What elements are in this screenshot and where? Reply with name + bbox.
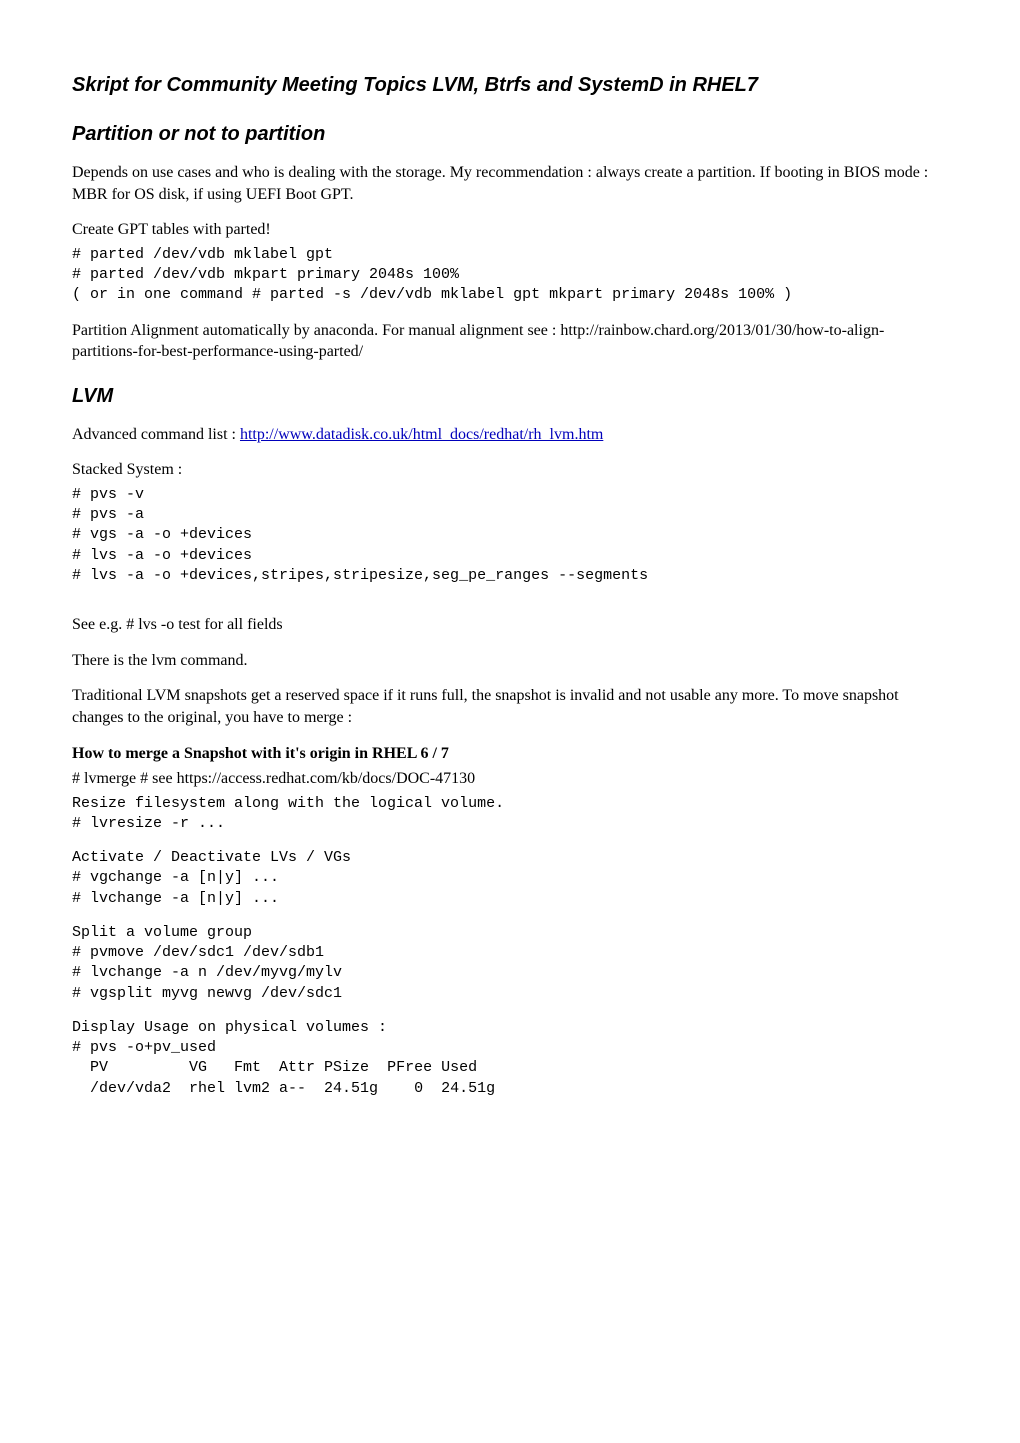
paragraph: See e.g. # lvs -o test for all fields [72,614,948,636]
paragraph: Stacked System : [72,459,948,481]
code-line: # parted /dev/vdb mkpart primary 2048s 1… [72,266,459,283]
external-link[interactable]: http://www.datadisk.co.uk/html_docs/redh… [240,426,603,443]
code-line: Display Usage on physical volumes : [72,1019,387,1036]
code-line: # lvs -a -o +devices [72,547,252,564]
code-block: Display Usage on physical volumes : # pv… [72,1018,948,1099]
paragraph: There is the lvm command. [72,650,948,672]
code-block: # pvs -v # pvs -a # vgs -a -o +devices #… [72,485,948,586]
code-block: Resize filesystem along with the logical… [72,794,948,835]
code-line: # vgchange -a [n|y] ... [72,869,279,886]
code-line: # pvmove /dev/sdc1 /dev/sdb1 [72,944,324,961]
paragraph: Create GPT tables with parted! [72,219,948,241]
code-line: PV VG Fmt Attr PSize PFree Used [72,1059,477,1076]
code-line: # vgsplit myvg newvg /dev/sdc1 [72,985,342,1002]
code-line: ( or in one command # parted -s /dev/vdb… [72,286,792,303]
code-line: # lvchange -a n /dev/myvg/mylv [72,964,342,981]
code-line: Split a volume group [72,924,252,941]
page-title: Skript for Community Meeting Topics LVM,… [72,72,948,99]
code-line: Resize filesystem along with the logical… [72,795,504,812]
code-block: # parted /dev/vdb mklabel gpt # parted /… [72,245,948,306]
code-line: # vgs -a -o +devices [72,526,252,543]
code-block: Split a volume group # pvmove /dev/sdc1 … [72,923,948,1004]
code-line: # pvs -a [72,506,144,523]
code-line: /dev/vda2 rhel lvm2 a-- 24.51g 0 24.51g [72,1080,495,1097]
code-block: Activate / Deactivate LVs / VGs # vgchan… [72,848,948,909]
paragraph: Partition Alignment automatically by ana… [72,320,948,363]
code-line: # lvs -a -o +devices,stripes,stripesize,… [72,567,648,584]
code-line: # pvs -o+pv_used [72,1039,216,1056]
subsection-heading: How to merge a Snapshot with it's origin… [72,743,948,765]
code-line: Activate / Deactivate LVs / VGs [72,849,351,866]
code-line: # lvresize -r ... [72,815,225,832]
section-heading-partition: Partition or not to partition [72,121,948,148]
code-line: # pvs -v [72,486,144,503]
code-line: # parted /dev/vdb mklabel gpt [72,246,333,263]
paragraph: Traditional LVM snapshots get a reserved… [72,685,948,728]
code-line: # lvchange -a [n|y] ... [72,890,279,907]
paragraph: Advanced command list : http://www.datad… [72,424,948,446]
paragraph: Depends on use cases and who is dealing … [72,162,948,205]
text-run: Advanced command list : [72,426,240,443]
paragraph: # lvmerge # see https://access.redhat.co… [72,768,948,790]
section-heading-lvm: LVM [72,383,948,410]
